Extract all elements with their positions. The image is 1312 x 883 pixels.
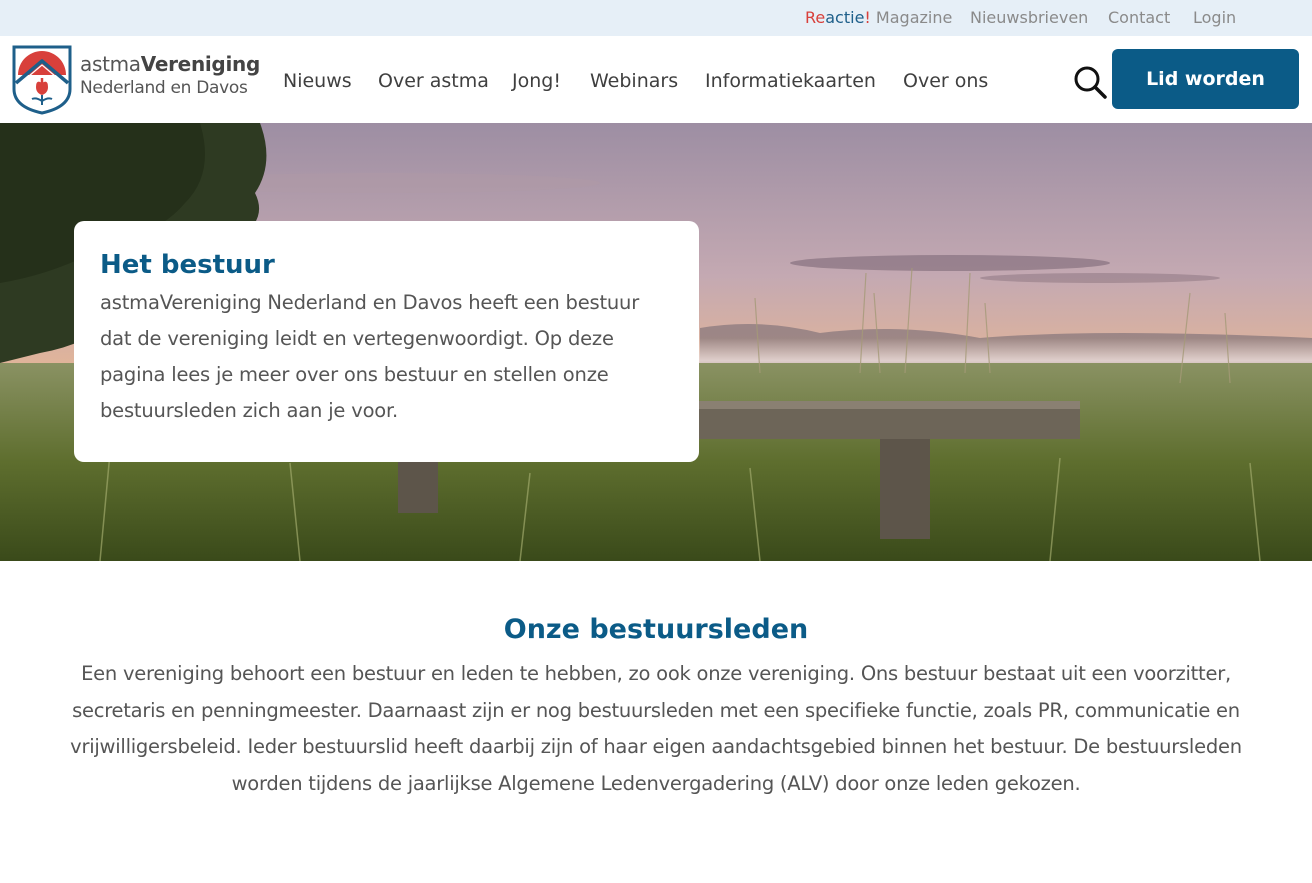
nav-item-over-astma[interactable]: Over astma bbox=[378, 70, 489, 92]
become-member-button[interactable]: Lid worden bbox=[1112, 49, 1299, 109]
utility-bar: Reactie! Magazine Nieuwsbrieven Contact … bbox=[0, 0, 1312, 36]
newsletters-link[interactable]: Nieuwsbrieven bbox=[970, 8, 1088, 27]
page-title: Het bestuur bbox=[100, 250, 275, 280]
search-button[interactable] bbox=[1072, 64, 1108, 100]
logo-shield-icon bbox=[12, 45, 72, 115]
nav-item-jong[interactable]: Jong! bbox=[512, 70, 561, 92]
magazine-link[interactable]: Reactie! Magazine bbox=[805, 8, 952, 27]
login-link[interactable]: Login bbox=[1193, 8, 1236, 27]
nav-item-informatiekaarten[interactable]: Informatiekaarten bbox=[705, 70, 876, 92]
hero-intro-card: Het bestuur astmaVereniging Nederland en… bbox=[74, 221, 699, 462]
nav-item-nieuws[interactable]: Nieuws bbox=[283, 70, 352, 92]
section-text: Een vereniging behoort een bestuur en le… bbox=[70, 662, 1242, 795]
main-header: astmaVereniging Nederland en Davos Nieuw… bbox=[0, 36, 1312, 123]
nav-item-webinars[interactable]: Webinars bbox=[590, 70, 678, 92]
section-title: Onze bestuursleden bbox=[503, 614, 809, 645]
hero-intro-text: astmaVereniging Nederland en Davos heeft… bbox=[100, 291, 640, 422]
search-icon bbox=[1074, 66, 1107, 99]
logo-wordmark: astmaVereniging Nederland en Davos bbox=[80, 52, 260, 98]
board-members-section: Onze bestuursleden Een vereniging behoor… bbox=[60, 608, 1252, 802]
nav-item-over-ons[interactable]: Over ons bbox=[903, 70, 988, 92]
contact-link[interactable]: Contact bbox=[1108, 8, 1170, 27]
